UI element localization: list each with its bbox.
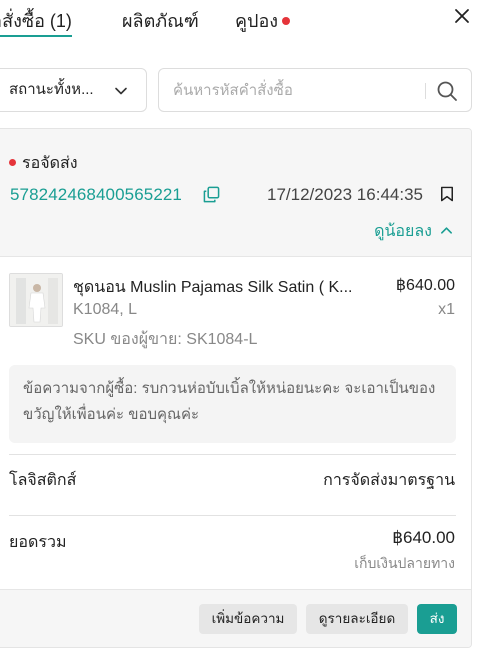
product-variant: K1084, L [73, 301, 138, 318]
order-status: รอจัดส่ง [9, 151, 78, 176]
tab-products[interactable]: ผลิตภัณฑ์ [122, 6, 199, 35]
search-icon[interactable] [435, 79, 459, 103]
total-value: ฿640.00 [392, 528, 455, 547]
product-sku: SKU ของผู้ขาย: SK1084-L [73, 331, 258, 348]
divider [9, 454, 456, 455]
tab-products-label: ผลิตภัณฑ์ [122, 11, 199, 31]
logistics-label: โลจิสติกส์ [9, 472, 77, 489]
product-thumbnail[interactable] [9, 273, 63, 327]
total-label: ยอดรวม [9, 534, 67, 551]
order-card: รอจัดส่ง 578242468400565221 17/12/2023 1… [0, 128, 472, 648]
search-box [158, 68, 472, 112]
order-search-input[interactable] [173, 69, 423, 111]
ship-button[interactable]: ส่ง [417, 604, 457, 634]
active-tab-indicator [0, 35, 72, 37]
tab-bar: ำสั่งซื้อ (1) ผลิตภัณฑ์ คูปอง [0, 0, 484, 40]
search-divider [425, 83, 426, 99]
order-status-label: รอจัดส่ง [22, 155, 78, 172]
payment-method: เก็บเงินปลายทาง [354, 555, 455, 571]
chevron-down-icon [115, 87, 127, 95]
order-date: 17/12/2023 16:44:35 [267, 185, 423, 204]
notification-dot [282, 16, 291, 25]
add-message-button[interactable]: เพิ่มข้อความ [199, 604, 297, 634]
copy-icon[interactable] [203, 186, 220, 203]
tab-coupons-label: คูปอง [235, 11, 279, 31]
status-filter-value: สถานะทั้งห... [9, 81, 94, 98]
order-id-link[interactable]: 578242468400565221 [10, 185, 182, 205]
view-details-button[interactable]: ดูรายละเอียด [306, 604, 408, 634]
show-less-toggle[interactable]: ดูน้อยลง [374, 219, 453, 244]
status-dot [9, 158, 16, 166]
product-image [10, 274, 62, 326]
bookmark-icon[interactable] [440, 185, 454, 203]
status-filter-select[interactable]: สถานะทั้งห... [0, 68, 147, 112]
order-card-header: รอจัดส่ง 578242468400565221 17/12/2023 1… [0, 129, 471, 257]
tab-orders[interactable]: ำสั่งซื้อ (1) [0, 6, 72, 37]
tab-orders-label: ำสั่งซื้อ (1) [0, 11, 72, 31]
show-less-label: ดูน้อยลง [374, 223, 432, 240]
product-quantity: x1 [438, 301, 455, 318]
buyer-message: ข้อความจากผู้ซื้อ: รบกวนห่อบับเบิ้ลให้หน… [9, 365, 456, 443]
product-name[interactable]: ชุดนอน Muslin Pajamas Silk Satin ( K... [73, 275, 373, 300]
product-price: ฿640.00 [395, 277, 455, 294]
order-card-footer: เพิ่มข้อความ ดูรายละเอียด ส่ง [0, 589, 471, 647]
chevron-up-icon [441, 227, 452, 234]
divider [9, 515, 456, 516]
tab-coupons[interactable]: คูปอง [235, 6, 291, 35]
logistics-value: การจัดส่งมาตรฐาน [323, 472, 455, 489]
close-icon[interactable] [454, 8, 470, 24]
filter-row: สถานะทั้งห... [0, 68, 484, 112]
